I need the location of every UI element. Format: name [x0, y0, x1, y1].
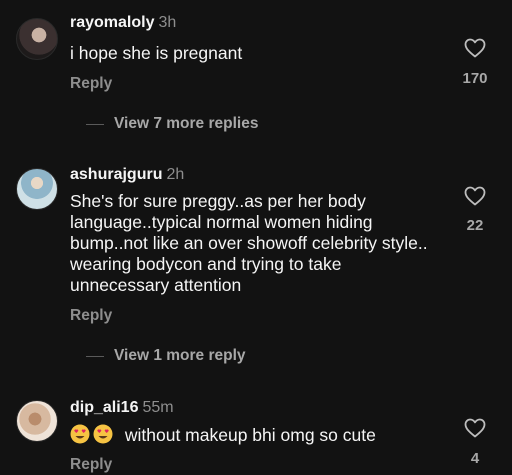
- comment-username[interactable]: dip_ali16: [70, 399, 138, 416]
- like-button[interactable]: [462, 416, 488, 440]
- avatar[interactable]: [16, 18, 58, 60]
- view-more-replies[interactable]: View 1 more reply: [86, 347, 246, 365]
- heart-icon: [464, 418, 486, 438]
- reply-button[interactable]: Reply: [70, 456, 112, 474]
- comment-username[interactable]: ashurajguru: [70, 166, 162, 183]
- reply-button[interactable]: Reply: [70, 307, 112, 325]
- comment-username[interactable]: rayomaloly: [70, 14, 154, 31]
- like-count: 22: [466, 217, 484, 234]
- divider-line: [86, 355, 104, 357]
- heart-icon: [464, 186, 486, 206]
- divider-line: [86, 123, 104, 125]
- view-more-label: View 1 more reply: [114, 347, 246, 364]
- heart-eyes-emoji-icon: [93, 424, 113, 444]
- like-button[interactable]: [462, 36, 488, 60]
- comment-time: 3h: [158, 14, 177, 31]
- comment-time: 2h: [166, 166, 185, 183]
- comment-text: without makeup bhi omg so cute: [70, 424, 440, 446]
- like-button[interactable]: [462, 184, 488, 208]
- avatar[interactable]: [16, 168, 58, 210]
- view-more-replies[interactable]: View 7 more replies: [86, 115, 258, 133]
- view-more-label: View 7 more replies: [114, 115, 259, 132]
- comment-text-content: without makeup bhi omg so cute: [124, 425, 376, 445]
- reply-button[interactable]: Reply: [70, 75, 112, 93]
- like-count: 4: [470, 450, 480, 467]
- comments-list: rayomaloly 3h i hope she is pregnant Repl…: [0, 0, 512, 475]
- like-count: 170: [462, 70, 488, 87]
- heart-eyes-emoji-icon: [70, 424, 90, 444]
- comment-time: 55m: [142, 399, 174, 416]
- comment-text: She's for sure preggy..as per her body l…: [70, 191, 428, 295]
- comment-text: i hope she is pregnant: [70, 43, 243, 63]
- heart-icon: [464, 38, 486, 58]
- avatar[interactable]: [16, 400, 58, 442]
